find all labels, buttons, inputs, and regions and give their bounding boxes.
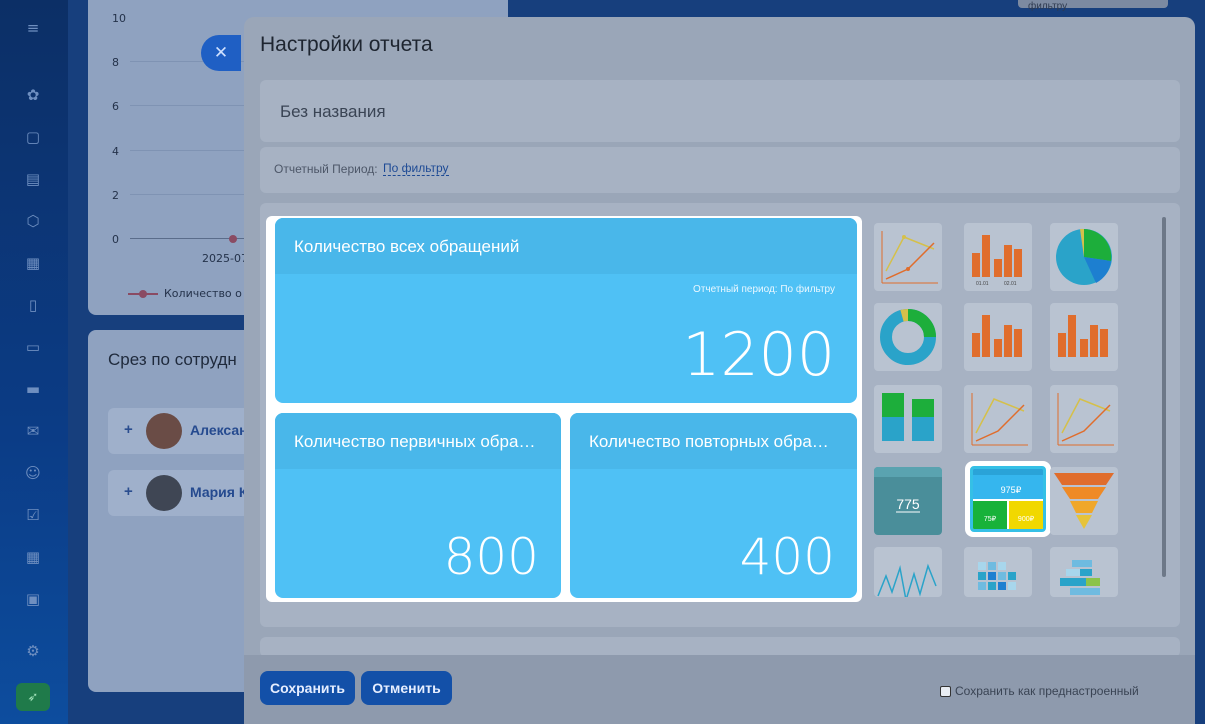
users-icon[interactable]: ☺: [22, 462, 44, 484]
bar-chart-thumb[interactable]: [964, 303, 1032, 371]
rocket-icon[interactable]: ➶: [16, 683, 50, 711]
menu-icon[interactable]: ≡: [22, 17, 44, 39]
modal-footer: Сохранить Отменить Сохранить как преднас…: [244, 655, 1195, 724]
tile-value: 1200: [682, 320, 835, 390]
period-chip: Отчетный период: По фильтру: [1018, 0, 1168, 12]
tile-value: 800: [443, 528, 539, 586]
y-tick: 8: [112, 56, 119, 69]
number-widget-thumb[interactable]: 775: [874, 467, 942, 535]
primary-requests-tile: Количество первичных обращ... 800: [275, 413, 561, 598]
y-tick: 4: [112, 145, 119, 158]
thumb-main-value: 975₽: [1001, 485, 1022, 495]
multi-number-widget-thumb-selected[interactable]: 975₽ 75₽ 900₽: [965, 461, 1051, 537]
y-tick: 0: [112, 233, 119, 246]
bar-chart-thumb[interactable]: 01.01 02.01: [964, 223, 1032, 291]
tile-title: Количество всех обращений: [275, 218, 857, 274]
puzzle-icon[interactable]: ✿: [22, 84, 44, 106]
cancel-button[interactable]: Отменить: [361, 671, 452, 705]
period-filter-link[interactable]: По фильтру: [383, 161, 449, 176]
left-sidebar: ≡ ✿ ▢ ▤ ⬡ ▦ ▯ ▭ ▬ ✉ ☺ ☑ ▦ ▣ ⚙ ➶: [0, 0, 68, 724]
bar-thumb-label: 01.01: [976, 281, 989, 287]
data-point: [229, 235, 237, 243]
presentation-icon[interactable]: ▭: [22, 336, 44, 358]
pie-chart-thumb[interactable]: [1050, 223, 1118, 291]
line-chart-thumb[interactable]: [874, 223, 942, 291]
line-chart-thumb[interactable]: [1050, 385, 1118, 453]
period-label: Отчетный Период:: [274, 162, 378, 176]
report-name-placeholder: Без названия: [280, 102, 386, 121]
thumb-value-b: 900₽: [1018, 515, 1035, 523]
tile-title: Количество повторных обраще...: [570, 413, 857, 469]
expand-icon[interactable]: +: [124, 421, 133, 438]
heatmap-thumb[interactable]: [964, 547, 1032, 597]
legend-label: Количество о: [164, 287, 242, 300]
stacked-bar-thumb[interactable]: [874, 385, 942, 453]
avatar: [146, 413, 182, 449]
y-tick: 6: [112, 100, 119, 113]
employee-name[interactable]: Алексан: [190, 422, 248, 438]
bar-thumb-label: 02.01: [1004, 281, 1017, 287]
save-button[interactable]: Сохранить: [260, 671, 355, 705]
schedule-icon[interactable]: ▦: [22, 546, 44, 568]
document-icon[interactable]: ▤: [22, 168, 44, 190]
period-field: Отчетный Период: По фильтру: [260, 147, 1180, 193]
archive-icon[interactable]: ▣: [22, 588, 44, 610]
tile-period: Отчетный период: По фильтру: [693, 284, 835, 295]
employee-name[interactable]: Мария К: [190, 484, 247, 500]
bar-chart-thumb[interactable]: [1050, 303, 1118, 371]
preset-checkbox[interactable]: [940, 685, 951, 697]
checkbox-icon[interactable]: ☑: [22, 504, 44, 526]
y-tick: 2: [112, 189, 119, 202]
chat-icon[interactable]: ▢: [22, 126, 44, 148]
preset-label: Сохранить как преднастроенный: [955, 684, 1139, 698]
mail-icon[interactable]: ✉: [22, 420, 44, 442]
slice-title: Срез по сотрудн: [108, 350, 237, 369]
chart-legend: Количество о: [128, 287, 242, 300]
funnel-chart-thumb[interactable]: [1050, 467, 1118, 535]
save-as-preset-option[interactable]: Сохранить как преднастроенный: [940, 684, 1139, 698]
gantt-chart-thumb[interactable]: [1050, 547, 1118, 597]
gallery-scrollbar[interactable]: [1162, 217, 1166, 577]
thumb-value-a: 75₽: [984, 515, 997, 523]
report-name-input[interactable]: Без названия: [260, 80, 1180, 142]
calendar-icon[interactable]: ▦: [22, 252, 44, 274]
close-panel-button[interactable]: ✕: [201, 35, 241, 71]
repeat-requests-tile: Количество повторных обраще... 400: [570, 413, 857, 598]
legend-marker: [128, 289, 158, 298]
widget-preview: Количество всех обращений Отчетный перио…: [266, 216, 862, 602]
next-section: [260, 637, 1180, 657]
line-chart-thumb[interactable]: [874, 547, 942, 597]
total-requests-tile: Количество всех обращений Отчетный перио…: [275, 218, 857, 403]
close-icon: ✕: [213, 43, 229, 62]
line-chart-thumb[interactable]: [964, 385, 1032, 453]
number-thumb-value: 775: [896, 496, 920, 512]
avatar: [146, 475, 182, 511]
y-tick: 10: [112, 12, 126, 25]
tile-title: Количество первичных обращ...: [275, 413, 561, 469]
expand-icon[interactable]: +: [124, 483, 133, 500]
donut-chart-thumb[interactable]: [874, 303, 942, 371]
tile-value: 400: [739, 528, 835, 586]
hexagon-icon[interactable]: ⬡: [22, 210, 44, 232]
gear-icon[interactable]: ⚙: [22, 640, 44, 662]
card-icon[interactable]: ▬: [22, 378, 44, 400]
file-icon[interactable]: ▯: [22, 294, 44, 316]
modal-title: Настройки отчета: [260, 33, 433, 56]
